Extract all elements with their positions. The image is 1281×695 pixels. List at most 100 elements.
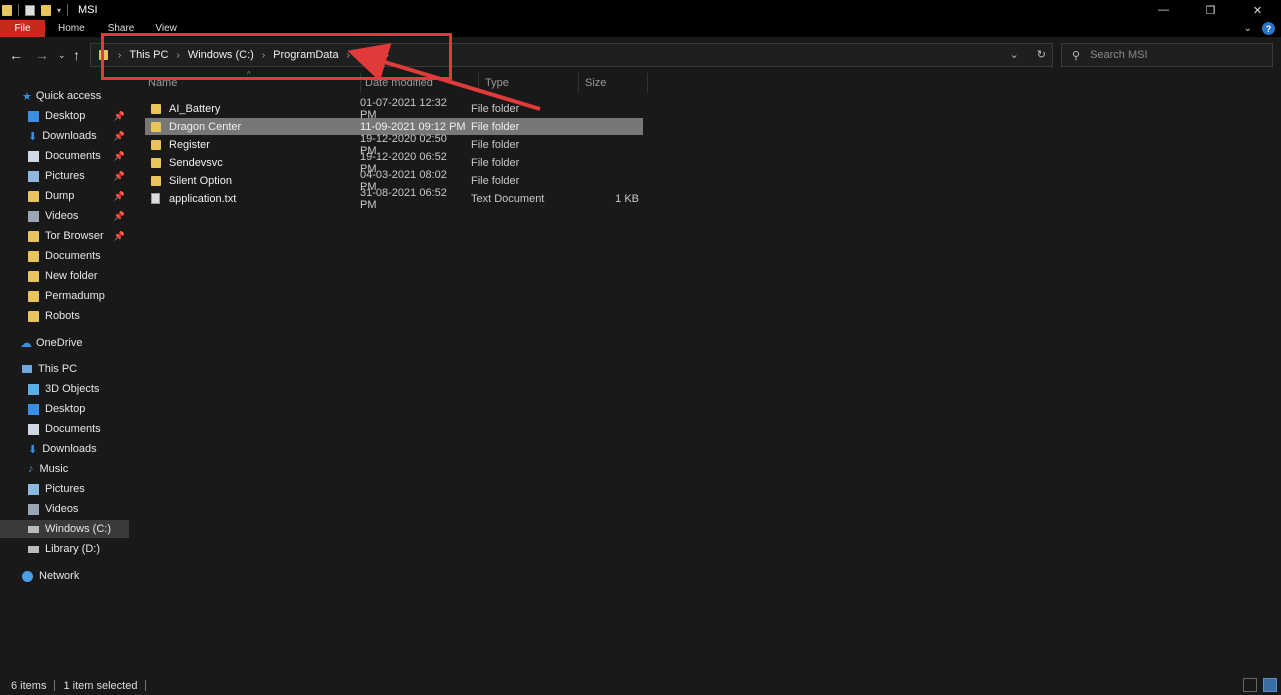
chevron-right-icon[interactable]: › — [262, 50, 265, 61]
sidebar-item-label: Pictures — [45, 483, 85, 495]
divider — [145, 680, 147, 691]
column-header-type[interactable]: Type — [485, 73, 579, 93]
search-input[interactable]: ⚲ Search MSI — [1061, 43, 1273, 67]
sidebar-item-quick-access[interactable]: ★ Quick access — [0, 87, 129, 105]
sidebar-item-label: Documents — [45, 423, 101, 435]
up-arrow-icon[interactable]: ↑ — [73, 47, 80, 63]
folder-icon — [28, 190, 39, 202]
tab-file[interactable]: File — [0, 20, 45, 37]
desktop-icon — [28, 110, 39, 122]
sidebar-item-pc-pictures[interactable]: Pictures — [0, 480, 129, 498]
sidebar-item-label: Music — [39, 463, 69, 475]
sidebar-item-label: Quick access — [35, 90, 102, 102]
star-icon: ★ — [22, 90, 32, 103]
file-type: File folder — [471, 120, 520, 133]
sidebar-item-robots[interactable]: Robots — [0, 307, 129, 325]
properties-icon[interactable] — [25, 4, 35, 16]
folder-icon — [28, 270, 39, 282]
sidebar-item-network[interactable]: Network — [0, 567, 129, 585]
chevron-right-icon[interactable]: › — [176, 50, 179, 61]
table-row[interactable]: AI_Battery 01-07-2021 12:32 PM File fold… — [145, 97, 643, 121]
expand-ribbon-icon[interactable]: ⌄ — [1244, 23, 1252, 34]
sidebar-item-library-d[interactable]: Library (D:) — [0, 540, 129, 558]
close-button[interactable]: ✕ — [1234, 0, 1281, 20]
sidebar-item-desktop[interactable]: Desktop 📌 — [0, 107, 129, 125]
breadcrumb-this-pc[interactable]: This PC — [129, 49, 168, 61]
pin-icon: 📌 — [113, 210, 125, 221]
search-icon: ⚲ — [1072, 49, 1081, 62]
sidebar-item-videos[interactable]: Videos 📌 — [0, 207, 129, 225]
folder-icon — [28, 310, 39, 322]
folder-icon — [99, 50, 108, 60]
sidebar-item-documents-2[interactable]: Documents — [0, 247, 129, 265]
back-arrow-icon[interactable]: ← — [9, 47, 23, 63]
pictures-icon — [28, 170, 39, 182]
sidebar-item-label: OneDrive — [36, 337, 83, 349]
window-title: MSI — [78, 4, 98, 16]
sidebar-item-windows-c[interactable]: Windows (C:) — [0, 520, 129, 538]
customize-qat-icon[interactable]: ▾ — [57, 6, 61, 15]
forward-arrow-icon[interactable]: → — [35, 47, 49, 63]
divider — [18, 4, 19, 16]
tab-home[interactable]: Home — [45, 20, 96, 37]
file-date: 11-09-2021 09:12 PM — [360, 120, 466, 133]
sidebar-item-documents[interactable]: Documents 📌 — [0, 147, 129, 165]
sidebar-item-new-folder[interactable]: New folder — [0, 267, 129, 285]
minimize-button[interactable]: — — [1140, 0, 1187, 20]
file-name: Sendevsvc — [169, 156, 223, 169]
file-name: Dragon Center — [169, 120, 242, 133]
maximize-button[interactable]: ❐ — [1187, 0, 1234, 20]
sidebar-item-music[interactable]: ♪ Music — [0, 460, 129, 478]
address-bar-actions: ⌄ ↻ — [1010, 48, 1046, 61]
large-icons-view-icon[interactable] — [1263, 678, 1277, 692]
column-header-name[interactable]: Name — [148, 73, 361, 93]
videos-icon — [28, 210, 39, 222]
ribbon-tabs: File Home Share View ⌄ ? — [0, 20, 1281, 37]
help-icon[interactable]: ? — [1262, 22, 1275, 35]
breadcrumb-programdata[interactable]: ProgramData — [273, 49, 338, 61]
column-header-date-modified[interactable]: Date modified — [365, 73, 479, 93]
sidebar-item-dump[interactable]: Dump 📌 — [0, 187, 129, 205]
chevron-right-icon[interactable]: › — [347, 50, 350, 61]
quick-access-toolbar: ▾ — [0, 0, 74, 20]
address-dropdown-icon[interactable]: ⌄ — [1010, 48, 1019, 61]
sidebar-item-label: Downloads — [42, 130, 97, 142]
column-header-size[interactable]: Size — [585, 73, 648, 93]
sidebar-item-pc-downloads[interactable]: ⬇ Downloads — [0, 440, 129, 458]
table-row[interactable]: application.txt 31-08-2021 06:52 PM Text… — [145, 187, 643, 211]
divider — [54, 680, 56, 691]
folder-icon — [28, 230, 39, 242]
breadcrumb-msi[interactable]: MSI — [358, 49, 378, 61]
breadcrumb-windows-c[interactable]: Windows (C:) — [188, 49, 254, 61]
chevron-right-icon[interactable]: › — [118, 50, 121, 61]
pictures-icon — [28, 483, 39, 495]
sidebar-item-label: Network — [39, 570, 80, 582]
sidebar-item-label: Dump — [45, 190, 75, 202]
refresh-icon[interactable]: ↻ — [1037, 48, 1046, 61]
view-toggle — [1243, 678, 1277, 692]
sidebar-item-pc-desktop[interactable]: Desktop — [0, 400, 129, 418]
music-note-icon: ♪ — [28, 463, 34, 475]
pin-icon: 📌 — [113, 230, 125, 241]
sidebar-item-permadump[interactable]: Permadump — [0, 287, 129, 305]
file-date: 31-08-2021 06:52 PM — [360, 186, 447, 211]
new-folder-icon[interactable] — [41, 4, 51, 16]
tab-share[interactable]: Share — [96, 20, 146, 37]
sidebar-item-pc-documents[interactable]: Documents — [0, 420, 129, 438]
sidebar-item-this-pc[interactable]: This PC — [0, 360, 129, 378]
sidebar-item-pictures[interactable]: Pictures 📌 — [0, 167, 129, 185]
sidebar-item-label: Library (D:) — [45, 543, 101, 555]
tab-view[interactable]: View — [145, 20, 188, 37]
recent-locations-chevron-icon[interactable]: ⌄ — [58, 50, 66, 61]
sidebar-item-pc-videos[interactable]: Videos — [0, 500, 129, 518]
sidebar-item-tor-browser[interactable]: Tor Browser 📌 — [0, 227, 129, 245]
address-bar[interactable]: › This PC › Windows (C:) › ProgramData › MSI… — [90, 43, 1053, 67]
window-controls: — ❐ ✕ — [1140, 0, 1281, 20]
chevron-right-icon[interactable]: › — [386, 50, 389, 61]
sidebar-item-downloads[interactable]: ⬇ Downloads 📌 — [0, 127, 129, 145]
sidebar-item-3d-objects[interactable]: 3D Objects — [0, 380, 129, 398]
sidebar-item-onedrive[interactable]: ☁ OneDrive — [0, 334, 129, 352]
folder-icon — [151, 121, 161, 132]
details-view-icon[interactable] — [1243, 678, 1257, 692]
download-arrow-icon: ⬇ — [28, 130, 38, 143]
